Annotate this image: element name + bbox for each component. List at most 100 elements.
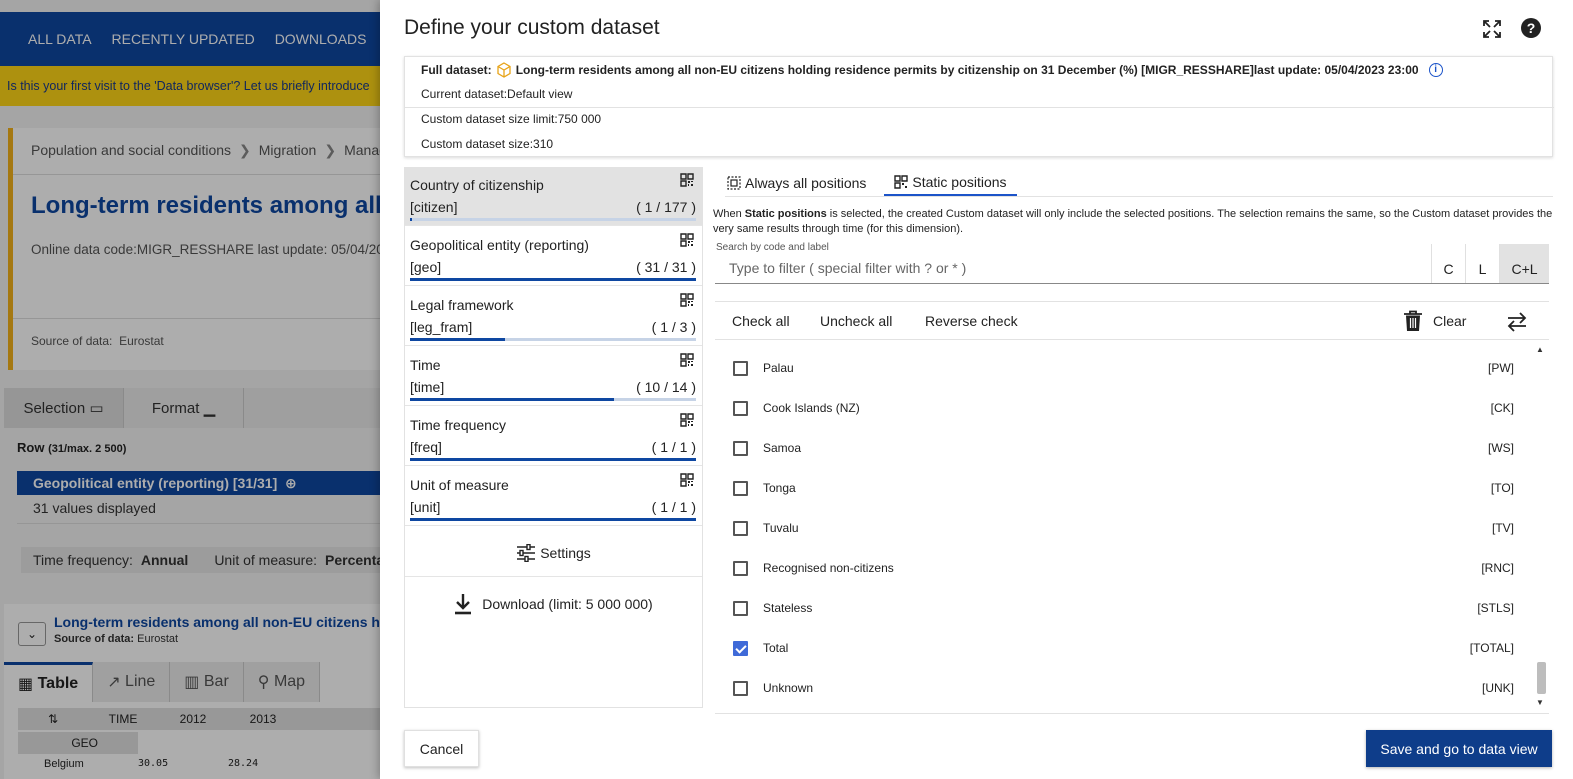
list-item[interactable]: Tonga [TO] [715,468,1525,508]
full-dataset-name: Long-term residents among all non-EU cit… [515,63,1254,77]
cancel-button[interactable]: Cancel [404,730,479,767]
dimension-name: Geopolitical entity (reporting) [410,237,589,253]
help-icon[interactable]: ? [1521,18,1541,38]
explain-text: When [713,208,745,220]
list-item[interactable]: Stateless [STLS] [715,588,1525,628]
dimension-item-citizen[interactable]: Country of citizenship [citizen] ( 1 / 1… [405,168,702,226]
tab-label: Always all positions [745,175,867,191]
dimension-item-geo[interactable]: Geopolitical entity (reporting) [geo] ( … [405,228,702,286]
list-item[interactable]: Tuvalu [TV] [715,508,1525,548]
list-item[interactable]: Cook Islands (NZ) [CK] [715,388,1525,428]
dimension-item-time[interactable]: Time [time] ( 10 / 14 ) [405,348,702,406]
scrollbar-thumb[interactable] [1537,662,1546,694]
info-icon[interactable]: i [1428,63,1443,77]
download-button[interactable]: Download (limit: 5 000 000) [405,578,702,630]
uncheck-all-button[interactable]: Uncheck all [820,313,892,329]
checkbox[interactable] [733,561,748,576]
mode-label-button[interactable]: L [1465,244,1499,283]
reverse-check-button[interactable]: Reverse check [925,313,1018,329]
check-all-button[interactable]: Check all [732,313,790,329]
save-and-view-button[interactable]: Save and go to data view [1366,730,1552,767]
search-label: Search by code and label [716,242,829,253]
search-input[interactable] [715,256,1430,280]
custom-dataset-dialog: Define your custom dataset ? Full datase… [380,0,1573,779]
fullscreen-icon[interactable] [1481,18,1503,40]
dimension-item-freq[interactable]: Time frequency [freq] ( 1 / 1 ) [405,408,702,466]
qr-grid-icon[interactable] [680,233,694,247]
dimension-count: ( 31 / 31 ) [636,259,696,275]
dimension-name: Unit of measure [410,477,509,493]
divider [715,713,1549,714]
item-code: [PW] [1488,361,1514,375]
divider [725,196,1553,197]
clear-label: Clear [1433,313,1467,329]
display-mode-toggle: C L C+L [1431,244,1549,283]
dimension-item-unit[interactable]: Unit of measure [unit] ( 1 / 1 ) [405,468,702,526]
item-label: Recognised non-citizens [763,561,894,575]
mode-code-label-button[interactable]: C+L [1499,244,1549,283]
checkbox[interactable] [733,641,748,656]
dimension-name: Country of citizenship [410,177,544,193]
item-code: [TOTAL] [1469,641,1514,655]
swap-arrows-icon[interactable] [1506,311,1528,333]
full-dataset-update: last update: 05/04/2023 23:00 [1253,63,1419,77]
item-label: Cook Islands (NZ) [763,401,860,415]
dimension-name: Legal framework [410,297,514,313]
item-label: Unknown [763,681,814,695]
list-item[interactable]: Palau [PW] [715,348,1525,388]
item-label: Palau [763,361,794,375]
qr-grid-icon[interactable] [680,293,694,307]
list-item[interactable]: Samoa [WS] [715,428,1525,468]
dimension-code: [leg_fram] [410,319,473,335]
settings-button[interactable]: Settings [405,529,702,577]
checkbox[interactable] [733,441,748,456]
qr-grid-icon[interactable] [680,173,694,187]
checkbox[interactable] [733,601,748,616]
dimension-count: ( 1 / 3 ) [651,319,696,335]
progress-fill [410,518,696,521]
scroll-up-icon[interactable]: ▲ [1536,345,1544,354]
dimension-code: [geo] [410,259,442,275]
dimension-item-leg-fram[interactable]: Legal framework [leg_fram] ( 1 / 3 ) [405,288,702,346]
scroll-down-icon[interactable]: ▼ [1536,698,1544,707]
list-item[interactable]: Unknown [UNK] [715,668,1525,708]
checkbox[interactable] [733,681,748,696]
qr-grid-icon[interactable] [680,473,694,487]
item-code: [WS] [1488,441,1514,455]
positions-list: Palau [PW] Cook Islands (NZ) [CK] Samoa [WS] T… [715,341,1549,708]
dimension-code: [citizen] [410,199,458,215]
settings-label: Settings [540,544,591,561]
selection-progress-bar [410,398,696,401]
dimension-name: Time frequency [410,417,506,433]
checkbox[interactable] [733,481,748,496]
list-item[interactable]: Total [TOTAL] [715,628,1525,668]
dimension-code: [freq] [410,439,442,455]
checkbox[interactable] [733,521,748,536]
divider [405,107,1554,108]
dialog-title: Define your custom dataset [404,16,660,39]
grid-icon [894,175,909,189]
tab-always-all-positions[interactable]: Always all positions [725,170,868,196]
dimension-count: ( 1 / 177 ) [636,199,696,215]
selection-progress-bar [410,278,696,281]
selection-toolbar: Check all Uncheck all Reverse check Clea… [715,301,1549,340]
progress-fill [410,398,615,401]
checkbox[interactable] [733,401,748,416]
explain-bold: Static positions [744,208,827,220]
search-field: Search by code and label C L C+L [715,241,1549,284]
modal-overlay[interactable] [0,0,400,779]
checkbox[interactable] [733,361,748,376]
clear-button[interactable]: Clear [1403,310,1466,332]
mode-code-button[interactable]: C [1431,244,1465,283]
list-item[interactable]: Recognised non-citizens [RNC] [715,548,1525,588]
item-label: Stateless [763,601,813,615]
full-dataset-line: Full dataset: Long-term residents among … [421,62,1443,78]
qr-grid-icon[interactable] [680,353,694,367]
size-limit: Custom dataset size limit:750 000 [421,112,602,126]
progress-fill [410,218,412,221]
list-scrollbar[interactable]: ▲ ▼ [1535,345,1548,707]
qr-grid-icon[interactable] [680,413,694,427]
dimension-count: ( 10 / 14 ) [636,379,696,395]
tab-static-positions[interactable]: Static positions [884,170,1017,196]
item-code: [CK] [1490,401,1514,415]
